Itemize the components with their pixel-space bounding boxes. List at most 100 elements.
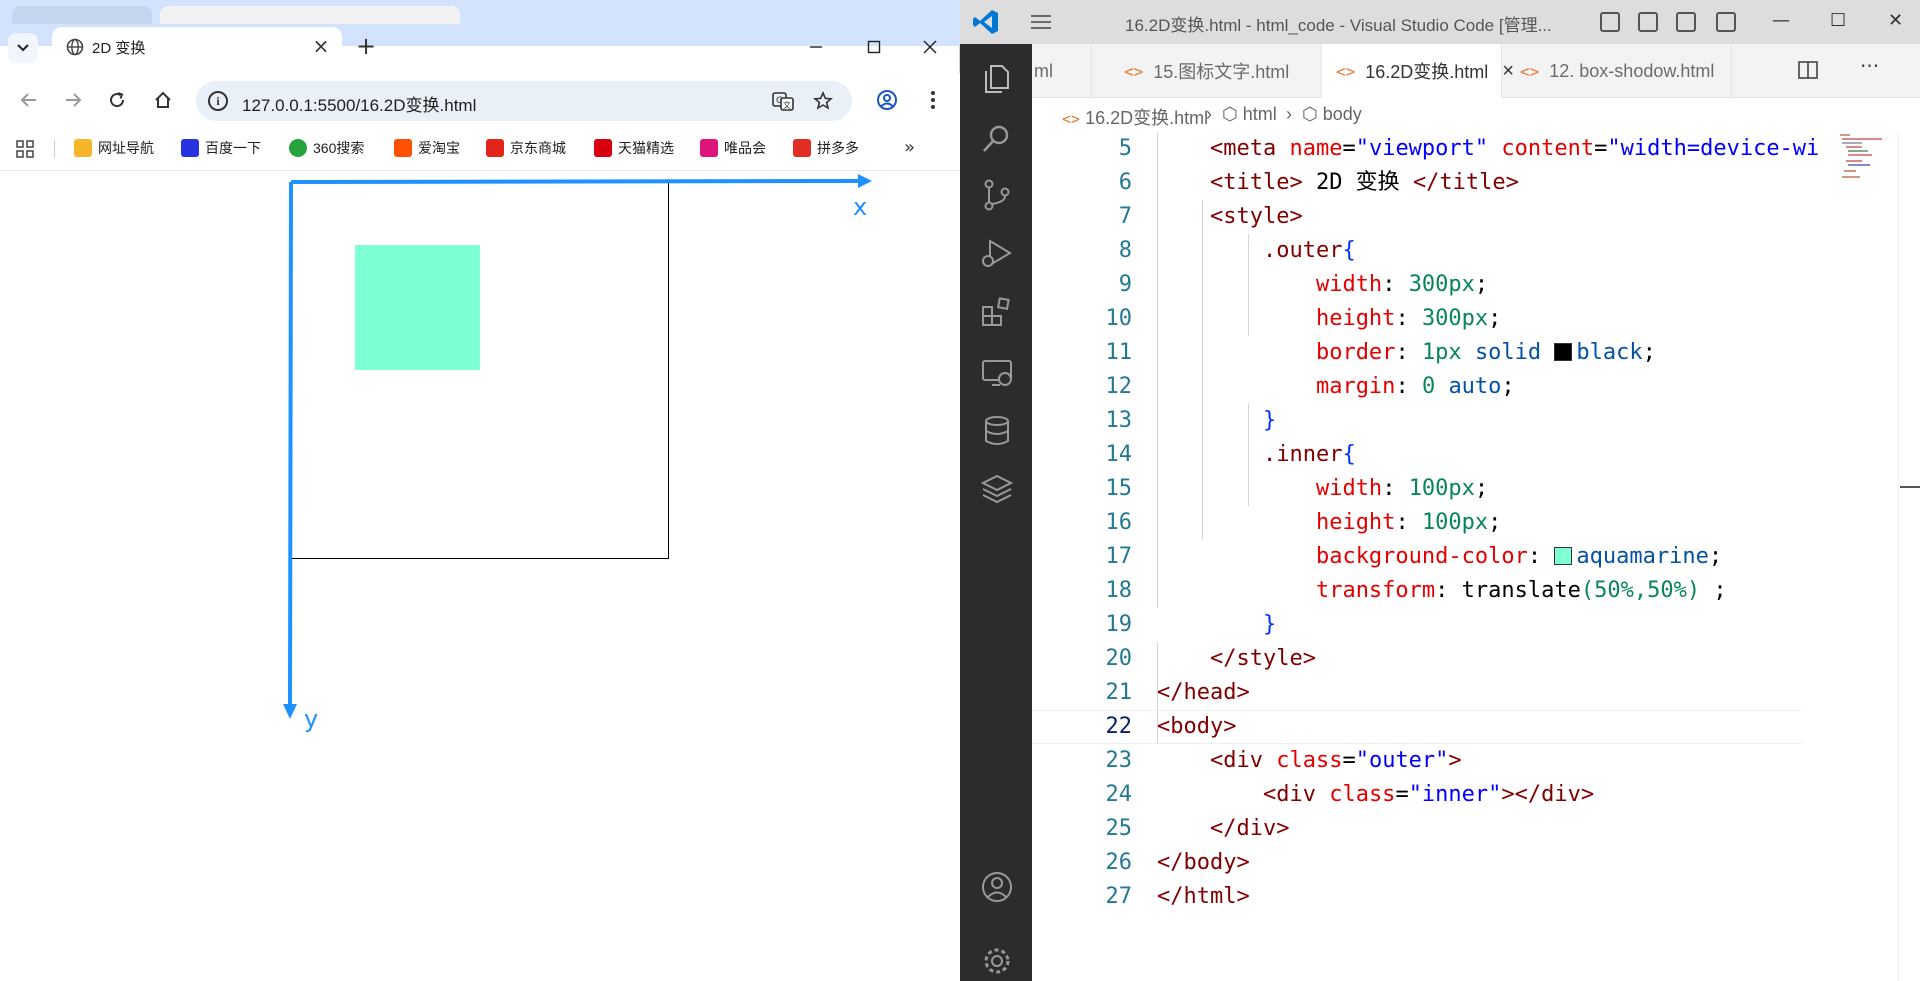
breadcrumb: <> 16.2D变换.html › ⬡ html › ⬡ body (1032, 98, 1920, 132)
maximize-button[interactable] (852, 30, 896, 64)
more-menu-button[interactable] (920, 87, 946, 113)
desktop: 2D 变换 × + i 127.0.0.1:5500/16.2D变换.html … (0, 0, 1920, 981)
minimize-icon[interactable]: — (1772, 10, 1790, 31)
line-number: 17 (1105, 544, 1133, 569)
breadcrumb-html[interactable]: ⬡ html (1222, 104, 1277, 125)
breadcrumb-label: 16.2D变换.html (1085, 108, 1209, 128)
site-info-icon[interactable]: i (208, 91, 228, 111)
breadcrumb-label: html (1242, 104, 1277, 124)
search-icon[interactable] (980, 122, 1014, 156)
bookmark-item[interactable]: 爱淘宝 (394, 137, 460, 159)
bookmark-item[interactable]: 唯品会 (700, 137, 766, 159)
line-code: transform: translate(50%,50%) ; (1315, 578, 1727, 603)
bookmark-label: 唯品会 (724, 140, 766, 156)
tab-label: ml (1034, 60, 1053, 81)
bookmark-item[interactable]: 百度一下 (181, 137, 261, 159)
code-line: 20 </style> (1032, 642, 1802, 676)
background-tab[interactable] (160, 6, 460, 24)
breadcrumb-separator: › (1286, 104, 1292, 124)
browser-window: 2D 变换 × + i 127.0.0.1:5500/16.2D变换.html … (0, 0, 960, 981)
line-number: 16 (1105, 510, 1133, 535)
bookmark-favicon (700, 139, 718, 157)
y-axis-label: y (304, 705, 319, 733)
page-viewport: x y (0, 171, 960, 981)
maximize-icon (867, 40, 881, 54)
customize-layout-icon[interactable] (1716, 12, 1736, 32)
breadcrumb-file[interactable]: <> 16.2D变换.html (1062, 104, 1208, 130)
kebab-menu-icon (931, 91, 935, 109)
layers-icon[interactable] (980, 472, 1014, 506)
back-button[interactable] (16, 87, 42, 113)
line-number: 8 (1118, 238, 1132, 263)
source-control-icon[interactable] (980, 178, 1014, 212)
home-button[interactable] (150, 87, 176, 113)
bookmark-star-icon[interactable] (812, 90, 834, 112)
extensions-icon[interactable] (980, 296, 1014, 330)
tab-title: 2D 变换 (92, 40, 146, 57)
code-line: 6 <title> 2D 变换 </title> (1032, 166, 1802, 200)
more-actions-icon[interactable]: ··· (1860, 54, 1879, 78)
code-line: 7 <style> (1032, 200, 1802, 234)
toggle-panel-icon[interactable] (1638, 12, 1658, 32)
breadcrumb-body[interactable]: ⬡ body (1302, 104, 1362, 125)
minimap[interactable] (1838, 132, 1898, 192)
bookmark-item[interactable]: 拼多多 (793, 137, 859, 159)
code-line: 19 } (1032, 608, 1802, 642)
tab-2d-transform[interactable]: 2D 变换 × (52, 27, 342, 73)
line-number: 7 (1118, 204, 1132, 229)
run-debug-icon[interactable] (980, 236, 1014, 270)
apps-grid-icon[interactable] (16, 140, 34, 158)
x-axis-line (290, 179, 859, 184)
code-line: 8 .outer{ (1032, 234, 1802, 268)
reload-button[interactable] (104, 87, 130, 113)
code-line: 17 background-color: aquamarine; (1032, 540, 1802, 574)
bookmarks-overflow-button[interactable]: » (904, 137, 915, 158)
editor-tabs: ml <> 15.图标文字.html <> 16.2D变换.html × <> 12. … (1032, 44, 1920, 98)
minimize-button[interactable] (794, 30, 838, 64)
tab-icon-text-file[interactable]: <> 15.图标文字.html (1092, 44, 1322, 98)
hamburger-menu-icon[interactable] (1030, 12, 1052, 32)
remote-explorer-icon[interactable] (980, 356, 1014, 390)
html-file-icon: <> (1062, 110, 1081, 128)
close-icon[interactable]: ✕ (1888, 10, 1903, 31)
line-number: 21 (1105, 680, 1133, 705)
line-code: width: 100px; (1315, 476, 1489, 501)
tab-2d-transform-file[interactable]: <> 16.2D变换.html × (1322, 44, 1514, 98)
new-tab-button[interactable]: + (354, 32, 378, 60)
editor-scrollbar[interactable] (1898, 132, 1920, 981)
code-line: 24 <div class="inner"></div> (1032, 778, 1802, 812)
color-swatch-black[interactable] (1554, 343, 1573, 361)
color-swatch-aquamarine[interactable] (1554, 547, 1573, 565)
arrow-left-icon (20, 93, 36, 107)
accounts-icon[interactable] (980, 870, 1014, 904)
split-editor-icon[interactable] (1798, 60, 1818, 80)
code-editor[interactable]: 5 <meta name="viewport" content="width=d… (1032, 132, 1920, 981)
bookmark-item[interactable]: 360搜索 (289, 137, 364, 159)
gear-icon[interactable] (980, 944, 1014, 978)
tab-box-shadow-file[interactable]: <> 12. box-shodow.html (1502, 44, 1732, 98)
toggle-secondary-sidebar-icon[interactable] (1676, 12, 1696, 32)
translate-icon[interactable]: G文 (772, 90, 794, 112)
line-number: 19 (1105, 612, 1133, 637)
toggle-primary-sidebar-icon[interactable] (1600, 12, 1620, 32)
address-url[interactable]: 127.0.0.1:5500/16.2D变换.html (242, 91, 476, 116)
maximize-icon[interactable]: ☐ (1830, 10, 1846, 31)
code-line: 9 width: 300px; (1032, 268, 1802, 302)
address-bar[interactable]: i 127.0.0.1:5500/16.2D变换.html G文 (196, 81, 852, 121)
bookmark-item[interactable]: 天猫精选 (594, 137, 674, 159)
close-icon[interactable]: × (310, 34, 332, 58)
profile-button[interactable] (874, 87, 900, 113)
explorer-icon[interactable] (980, 62, 1014, 96)
close-window-button[interactable] (908, 30, 952, 64)
line-number: 23 (1105, 748, 1133, 773)
window-title: 16.2D变换.html - html_code - Visual Studio… (1125, 16, 1552, 35)
line-number: 11 (1105, 340, 1133, 365)
bookmark-item[interactable]: 网址导航 (74, 137, 154, 159)
forward-button[interactable] (60, 87, 86, 113)
bookmark-item[interactable]: 京东商城 (486, 137, 566, 159)
tab-search-button[interactable] (8, 33, 38, 63)
background-tab[interactable] (12, 6, 152, 24)
database-icon[interactable] (980, 414, 1014, 448)
tab-partial[interactable]: ml (1032, 44, 1092, 98)
bookmark-label: 360搜索 (313, 140, 365, 156)
